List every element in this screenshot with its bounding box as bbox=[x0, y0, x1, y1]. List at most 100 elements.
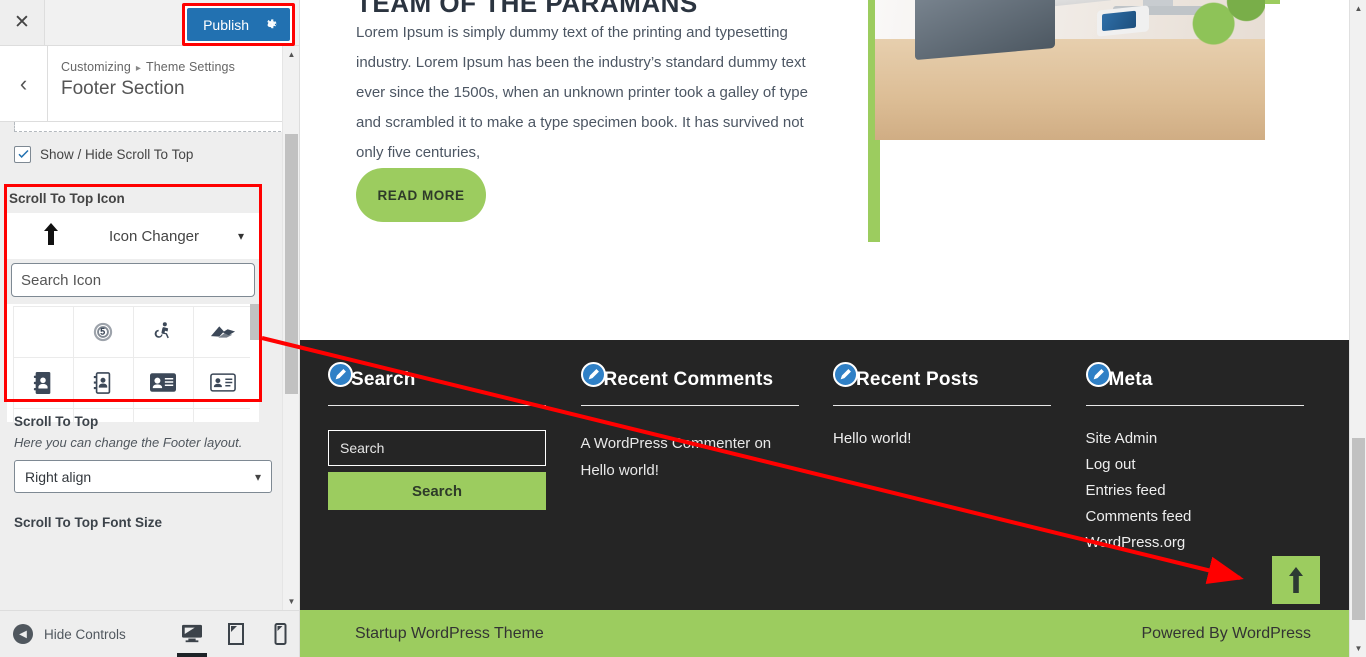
widget-title: Meta bbox=[1108, 369, 1153, 390]
customizer-controls: Show / Hide Scroll To Top Scroll To Top … bbox=[0, 122, 299, 610]
icon-grid[interactable]: ad bbox=[7, 304, 259, 422]
scroll-to-top-font-size-label: Scroll To Top Font Size bbox=[14, 515, 162, 530]
gear-icon[interactable] bbox=[263, 17, 278, 32]
icon-grid-scrollbar-thumb[interactable] bbox=[250, 304, 259, 340]
show-hide-checkbox[interactable] bbox=[14, 146, 31, 163]
publish-button[interactable]: Publish bbox=[187, 8, 290, 41]
scroll-to-top-description: Here you can change the Footer layout. bbox=[14, 435, 243, 450]
close-icon[interactable]: ✕ bbox=[0, 0, 45, 45]
preview-scroll-up-icon[interactable]: ▲ bbox=[1350, 0, 1366, 17]
preview-scrollbar-thumb[interactable] bbox=[1352, 438, 1365, 620]
customizer-scrollbar-thumb[interactable] bbox=[285, 134, 298, 394]
icon-changer-label: Icon Changer bbox=[108, 227, 200, 245]
customizer-header: ✕ Publish bbox=[0, 0, 299, 46]
page-title: Footer Section bbox=[61, 78, 185, 99]
breadcrumb-parent[interactable]: Theme Settings bbox=[146, 60, 235, 74]
footer-search-submit[interactable]: Search bbox=[328, 472, 546, 510]
chevron-down-icon: ▾ bbox=[237, 229, 244, 243]
edit-pencil-icon[interactable] bbox=[1085, 362, 1111, 387]
widget-search: Search Search bbox=[328, 362, 566, 560]
meta-link-site-admin[interactable]: Site Admin bbox=[1086, 430, 1158, 447]
meta-link-log-out[interactable]: Log out bbox=[1086, 456, 1136, 473]
scroll-down-arrow-icon[interactable]: ▼ bbox=[283, 593, 299, 610]
footer-search-input[interactable] bbox=[328, 430, 546, 466]
icon-cell-accusoft-icon[interactable] bbox=[192, 305, 254, 358]
list-item[interactable]: WordPress.org bbox=[1086, 534, 1324, 552]
list-item[interactable]: Hello world! bbox=[833, 430, 1071, 448]
hero-photo-frame bbox=[860, 0, 1280, 242]
customizer-scrollbar[interactable]: ▲ ▼ bbox=[282, 46, 299, 610]
icon-cell-address-book-regular-icon[interactable] bbox=[72, 356, 134, 409]
scroll-to-top-label: Scroll To Top bbox=[14, 414, 99, 429]
icon-cell-500px-icon[interactable] bbox=[72, 305, 134, 358]
chevron-left-circle-icon: ◀ bbox=[13, 624, 33, 644]
footer-bottom-bar: Startup WordPress Theme Powered By WordP… bbox=[300, 610, 1366, 657]
device-tablet[interactable] bbox=[214, 610, 258, 657]
panel-titles: Customizing ▸ Theme Settings Footer Sectio… bbox=[48, 46, 235, 121]
screen: ✕ Publish ‹ Customizing ▸ Theme Settings… bbox=[0, 0, 1366, 657]
read-more-button[interactable]: READ MORE bbox=[356, 168, 486, 222]
preview-scrollbar[interactable]: ▲ ▼ bbox=[1349, 0, 1366, 657]
publish-highlight: Publish bbox=[182, 3, 295, 46]
widget-title: Search bbox=[351, 369, 416, 390]
recent-post-link[interactable]: Hello world! bbox=[833, 430, 911, 447]
hero-heading: TEAM OF THE PARAMANS bbox=[356, 0, 698, 18]
icon-cell-address-card-solid-icon[interactable] bbox=[132, 356, 194, 409]
back-button[interactable]: ‹ bbox=[0, 46, 48, 121]
scroll-to-top-layout-control: Scroll To Top Here you can change the Fo… bbox=[0, 414, 282, 530]
meta-link-entries-feed[interactable]: Entries feed bbox=[1086, 482, 1166, 499]
scroll-to-top-icon-control: Scroll To Top Icon Icon Changer ▾ Search… bbox=[7, 187, 259, 422]
list-item[interactable]: Entries feed bbox=[1086, 482, 1324, 500]
preview-scroll-down-icon[interactable]: ▼ bbox=[1350, 640, 1366, 657]
desk-workspace-photo bbox=[875, 0, 1265, 140]
scroll-to-top-icon-label: Scroll To Top Icon bbox=[9, 191, 125, 206]
device-preview-switcher bbox=[170, 610, 299, 657]
device-desktop[interactable] bbox=[170, 610, 214, 657]
widget-rule bbox=[328, 405, 546, 406]
widget-recent-comments: Recent Comments A WordPress Commenter on… bbox=[580, 362, 819, 560]
footer-powered-by: Powered By WordPress bbox=[1141, 624, 1311, 642]
meta-link-wordpress-org[interactable]: WordPress.org bbox=[1086, 534, 1186, 551]
widget-meta: Meta Site Admin Log out Entries feed Com… bbox=[1085, 362, 1324, 560]
customizer-sidebar: ✕ Publish ‹ Customizing ▸ Theme Settings… bbox=[0, 0, 300, 657]
widget-recent-posts: Recent Posts Hello world! bbox=[833, 362, 1071, 560]
icon-cell-address-book-solid-icon[interactable] bbox=[12, 356, 74, 409]
site-footer: Search Search Re bbox=[300, 340, 1366, 610]
publish-label: Publish bbox=[203, 16, 249, 33]
show-hide-label: Show / Hide Scroll To Top bbox=[40, 147, 194, 162]
icon-cell-accessible-icon[interactable] bbox=[132, 305, 194, 358]
hide-controls-button[interactable]: ◀ Hide Controls bbox=[0, 624, 126, 644]
footer-widgets: Search Search Re bbox=[328, 362, 1338, 560]
customizer-panel-header: ‹ Customizing ▸ Theme Settings Footer Sect… bbox=[0, 46, 299, 122]
widget-drop-placeholder bbox=[14, 122, 286, 132]
list-item[interactable]: Log out bbox=[1086, 456, 1324, 474]
icon-cell-blank[interactable] bbox=[12, 305, 74, 358]
breadcrumb-separator-icon: ▸ bbox=[135, 63, 141, 74]
widget-rule bbox=[580, 405, 799, 406]
edit-pencil-icon[interactable] bbox=[328, 362, 353, 387]
list-item[interactable]: Site Admin bbox=[1086, 430, 1324, 448]
breadcrumb-root[interactable]: Customizing bbox=[61, 60, 131, 74]
meta-link-comments-feed[interactable]: Comments feed bbox=[1086, 508, 1192, 525]
widget-rule bbox=[833, 405, 1051, 406]
list-item[interactable]: Comments feed bbox=[1086, 508, 1324, 526]
search-icon-input[interactable] bbox=[11, 263, 255, 297]
widget-title: Recent Comments bbox=[603, 369, 774, 390]
widget-title: Recent Posts bbox=[856, 369, 979, 390]
icon-cell-address-card-regular-icon[interactable] bbox=[192, 356, 254, 409]
edit-pencil-icon[interactable] bbox=[580, 362, 606, 387]
show-hide-scroll-to-top-row[interactable]: Show / Hide Scroll To Top bbox=[0, 132, 299, 163]
customizer-footer: ◀ Hide Controls bbox=[0, 610, 299, 657]
scroll-to-top-align-value: Right align bbox=[25, 468, 92, 485]
hero-paragraph: Lorem Ipsum is simply dummy text of the … bbox=[356, 24, 808, 161]
scroll-to-top-align-select[interactable]: Right align ▾ bbox=[14, 460, 272, 493]
footer-site-name: Startup WordPress Theme bbox=[355, 624, 544, 642]
icon-grid-scrollbar[interactable] bbox=[250, 304, 259, 422]
edit-pencil-icon[interactable] bbox=[833, 362, 858, 387]
recent-comment-item[interactable]: A WordPress Commenter on Hello world! bbox=[581, 430, 799, 484]
arrow-up-icon bbox=[22, 223, 80, 249]
scroll-up-arrow-icon[interactable]: ▲ bbox=[283, 46, 299, 63]
device-mobile[interactable] bbox=[258, 610, 299, 657]
icon-changer-toggle[interactable]: Icon Changer ▾ bbox=[7, 213, 259, 259]
scroll-to-top-button[interactable] bbox=[1272, 556, 1320, 604]
